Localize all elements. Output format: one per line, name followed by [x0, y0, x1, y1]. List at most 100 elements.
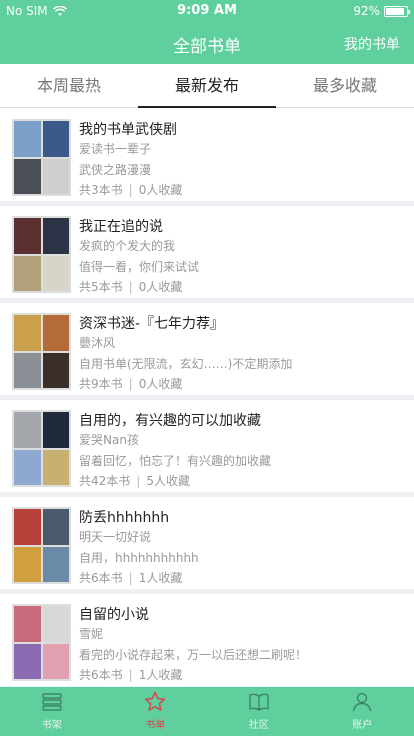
divider: | [128, 571, 133, 585]
book-cover [14, 449, 41, 485]
booklist-description: 看完的小说存起来，万一以后还想二刷呢！ [79, 648, 308, 662]
segment-tabs: 本周最热 最新发布 最多收藏 [0, 64, 414, 108]
booklist-stats: 共6本书 | 1人收藏 [79, 666, 182, 683]
booklist-item[interactable]: 我的书单武侠剧 爱读书一辈子 武侠之路漫漫 共3本书 | 0人收藏 [0, 109, 414, 201]
user-icon [353, 692, 372, 712]
booklist-list: 我的书单武侠剧 爱读书一辈子 武侠之路漫漫 共3本书 | 0人收藏 我正在追的说 发疯的个发大… [0, 109, 414, 687]
bookshelf-icon [42, 693, 62, 711]
book-cover [42, 315, 69, 351]
booklist-title: 防丢hhhhhhh [79, 510, 170, 526]
cover-grid [12, 507, 71, 584]
divider: | [136, 474, 141, 488]
book-cover [14, 255, 41, 291]
header: No SIM 9:09 AM 92% 全部书单 我的书单 [0, 0, 414, 64]
book-cover [14, 509, 41, 545]
booklist-stats: 共6本书 | 1人收藏 [79, 569, 182, 586]
favorite-count: 0人收藏 [138, 280, 183, 294]
favorite-count: 0人收藏 [138, 183, 183, 197]
booklist-description: 武侠之路漫漫 [79, 163, 152, 177]
booklist-title: 资深书迷-『七年力荐』 [79, 316, 225, 332]
book-cover [14, 643, 41, 679]
cover-grid [12, 410, 71, 487]
booklist-description: 留着回忆，怕忘了！有兴趣的加收藏 [79, 454, 272, 468]
tab-weekly-hot[interactable]: 本周最热 [0, 64, 138, 107]
tabbar-label: 社区 [248, 720, 269, 731]
tabbar-label: 书单 [145, 720, 166, 731]
book-cover [42, 606, 69, 642]
booklist-item[interactable]: 我正在追的说 发疯的个发大的我值得一看，你们来试试 共5本书 | 0人收藏 [0, 206, 414, 298]
book-cover [42, 352, 69, 388]
divider: | [128, 377, 133, 391]
status-right: 92% [353, 4, 410, 18]
booklist-description: 自用，hhhhhhhhhhh [79, 551, 199, 565]
booklist-title: 自留的小说 [79, 607, 149, 623]
tabbar-bookshelf[interactable]: 书架 [0, 687, 104, 736]
book-count: 共6本书 [79, 571, 123, 585]
tab-most-favorited[interactable]: 最多收藏 [276, 64, 414, 107]
booklist-stats: 共9本书 | 0人收藏 [79, 375, 182, 392]
booklist-title: 自用的，有兴趣的可以加收藏 [79, 413, 261, 429]
book-cover [14, 121, 41, 157]
tabbar-account[interactable]: 账户 [311, 687, 414, 736]
divider: | [128, 183, 133, 197]
book-count: 共9本书 [79, 377, 123, 391]
booklist-description: 值得一看，你们来试试 [79, 260, 200, 274]
booklist-author: 明天一切好说 [79, 530, 152, 544]
book-count: 共5本书 [79, 280, 123, 294]
book-cover [14, 218, 41, 254]
cover-grid [12, 604, 71, 681]
cover-grid [12, 313, 71, 390]
status-bar: No SIM 9:09 AM 92% [0, 0, 414, 22]
book-cover [42, 643, 69, 679]
booklist-title: 我的书单武侠剧 [79, 122, 177, 138]
booklist-description: 自用书单(无限流，玄幻……)不定期添加 [79, 357, 293, 371]
book-count: 共3本书 [79, 183, 123, 197]
tab-bar: 书架 书单 社区 账户 [0, 687, 414, 736]
booklist-author: 爱哭Nan孩 [79, 433, 139, 447]
booklist-item[interactable]: 资深书迷-『七年力荐』 蘡沐风自用书单(无限流，玄幻……)不定期添加 共9本书 | 0人… [0, 303, 414, 395]
booklist-item[interactable]: 自用的，有兴趣的可以加收藏 爱哭Nan孩留着回忆，怕忘了！有兴趣的加收藏 共42本书… [0, 400, 414, 492]
book-cover [14, 315, 41, 351]
booklist-author: 发疯的个发大的我 [79, 239, 176, 253]
booklist-title: 我正在追的说 [79, 219, 163, 235]
book-count: 共42本书 [79, 474, 131, 488]
tabbar-label: 账户 [352, 720, 373, 731]
star-icon [145, 691, 166, 711]
cover-grid [12, 119, 71, 196]
book-cover [42, 449, 69, 485]
favorite-count: 1人收藏 [138, 571, 183, 585]
booklist-author: 蘡沐风 [79, 336, 116, 350]
status-time: 9:09 AM [177, 3, 237, 18]
booklist-author: 爱读书一辈子 [79, 142, 152, 156]
battery-icon [384, 5, 410, 17]
book-cover [42, 121, 69, 157]
divider: | [128, 280, 133, 294]
my-booklist-button[interactable]: 我的书单 [344, 34, 400, 54]
favorite-count: 5人收藏 [146, 474, 190, 488]
battery-fill [386, 7, 405, 15]
book-cover [14, 412, 41, 448]
booklist-item[interactable]: 防丢hhhhhhh 明天一切好说自用，hhhhhhhhhhh 共6本书 | 1人收藏 [0, 497, 414, 589]
favorite-count: 1人收藏 [138, 668, 183, 682]
tabbar-community[interactable]: 社区 [207, 687, 311, 736]
book-cover [42, 218, 69, 254]
booklist-item[interactable]: 自留的小说 雪妮 看完的小说存起来，万一以后还想二刷呢！ 共6本书 | 1人收藏 [0, 594, 414, 686]
book-cover [14, 606, 41, 642]
favorite-count: 0人收藏 [138, 377, 183, 391]
book-open-icon [249, 693, 269, 711]
battery-text: 92% [353, 4, 380, 18]
book-count: 共6本书 [79, 668, 123, 682]
cover-grid [12, 216, 71, 293]
book-cover [42, 255, 69, 291]
book-cover [42, 509, 69, 545]
divider: | [128, 668, 133, 682]
tabbar-booklist[interactable]: 书单 [104, 687, 208, 736]
tab-latest[interactable]: 最新发布 [138, 64, 276, 108]
book-cover [42, 412, 69, 448]
booklist-stats: 共5本书 | 0人收藏 [79, 278, 182, 295]
book-cover [42, 546, 69, 582]
book-cover [14, 546, 41, 582]
booklist-stats: 共3本书 | 0人收藏 [79, 181, 182, 198]
book-cover [42, 158, 69, 194]
booklist-stats: 共42本书 | 5人收藏 [79, 472, 190, 489]
